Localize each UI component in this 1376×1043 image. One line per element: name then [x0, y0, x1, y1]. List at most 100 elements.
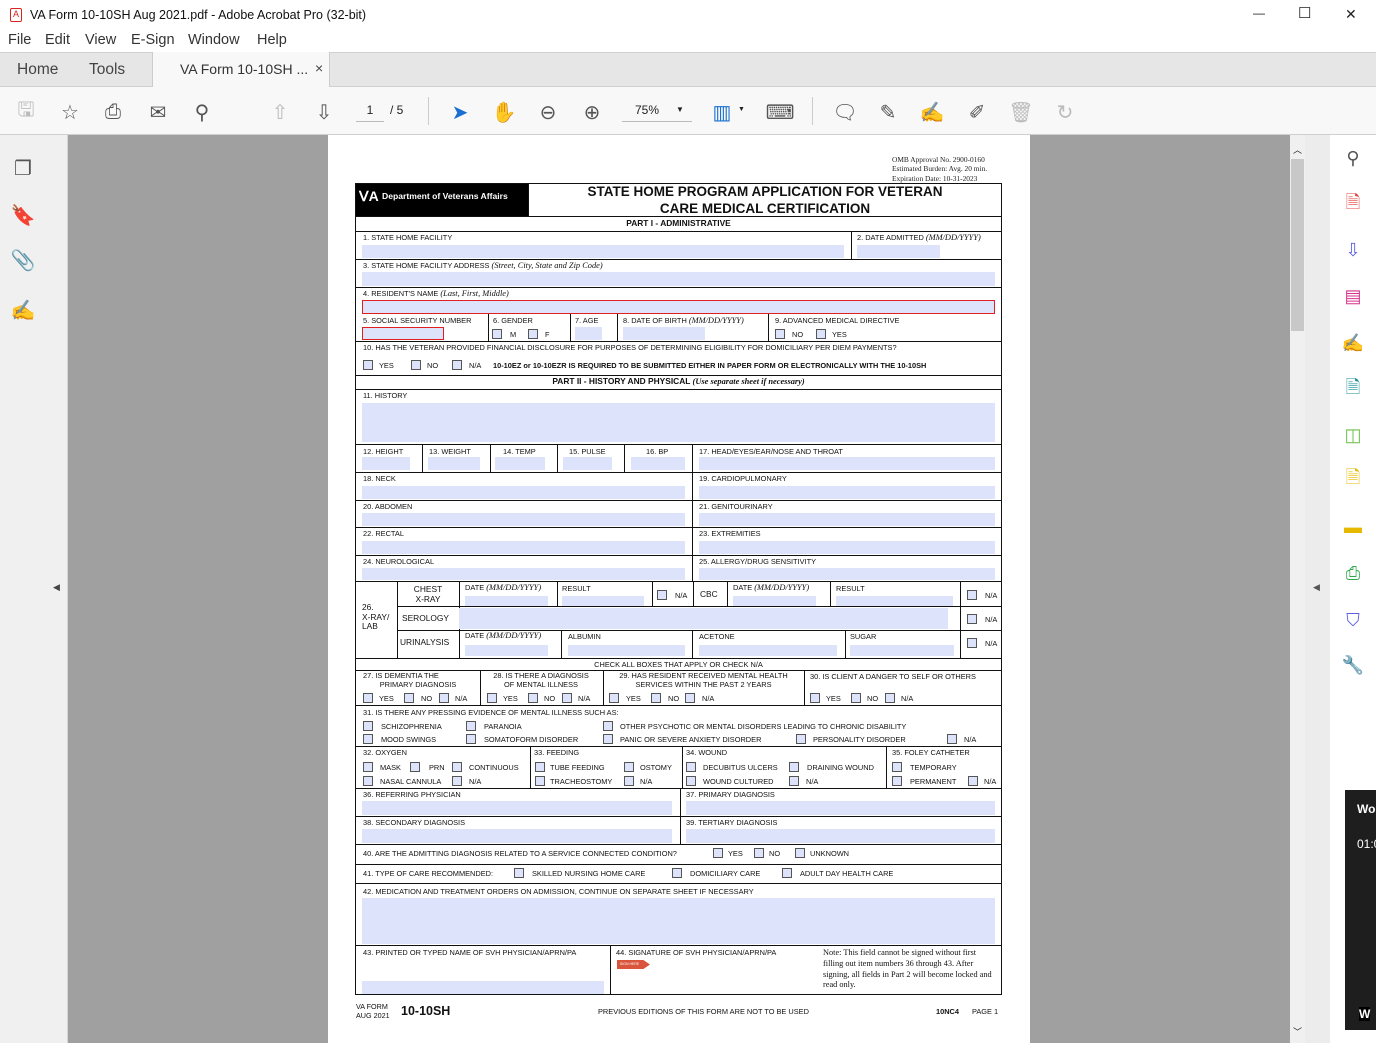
danger-no-checkbox[interactable]: [851, 693, 861, 703]
wound-na-checkbox[interactable]: [789, 776, 799, 786]
temporary-checkbox[interactable]: [892, 762, 902, 772]
sugar-input[interactable]: [850, 645, 954, 656]
mood-swings-checkbox[interactable]: [363, 734, 373, 744]
heent-input[interactable]: [699, 457, 995, 470]
tracheostomy-checkbox[interactable]: [535, 776, 545, 786]
chevron-down-icon[interactable]: ▼: [738, 106, 745, 113]
gender-m-checkbox[interactable]: [492, 329, 502, 339]
menu-help[interactable]: Help: [257, 32, 287, 48]
services-yes-checkbox[interactable]: [609, 693, 619, 703]
redo-icon[interactable]: ↻: [1052, 99, 1078, 125]
continuous-checkbox[interactable]: [452, 762, 462, 772]
abdomen-input[interactable]: [362, 513, 685, 526]
nasal-cannula-checkbox[interactable]: [363, 776, 373, 786]
mental-illness-na-checkbox[interactable]: [562, 693, 572, 703]
zoom-search-icon[interactable]: ⚲: [1340, 145, 1366, 171]
other-psychotic-checkbox[interactable]: [603, 721, 613, 731]
zoom-out-icon[interactable]: ⊖: [535, 99, 561, 125]
decubitus-checkbox[interactable]: [686, 762, 696, 772]
email-icon[interactable]: ✉: [145, 99, 171, 125]
urinalysis-date-input[interactable]: [465, 645, 548, 656]
sign-here-flag[interactable]: SIGN HERE: [617, 960, 650, 969]
sign-icon[interactable]: ✍: [919, 99, 945, 125]
dementia-na-checkbox[interactable]: [439, 693, 449, 703]
mask-checkbox[interactable]: [363, 762, 373, 772]
medication-orders-input[interactable]: [362, 898, 995, 944]
dob-input[interactable]: [623, 327, 705, 340]
next-page-icon[interactable]: ⇩: [311, 99, 337, 125]
foley-na-checkbox[interactable]: [968, 776, 978, 786]
previous-page-icon[interactable]: ⇧: [267, 99, 293, 125]
collapse-left-arrow-icon[interactable]: ◀: [53, 582, 60, 593]
right-panel-toggle[interactable]: ◀: [1305, 135, 1330, 1043]
acetone-input[interactable]: [699, 645, 837, 656]
personality-checkbox[interactable]: [796, 734, 806, 744]
organize-pages-icon[interactable]: ◫: [1340, 422, 1366, 448]
expand-right-arrow-icon[interactable]: ◀: [1313, 582, 1320, 593]
allergy-input[interactable]: [699, 568, 995, 580]
tab-document[interactable]: VA Form 10-10SH ... ×: [152, 52, 330, 88]
tab-close-icon[interactable]: ×: [315, 60, 323, 76]
export-pdf-icon[interactable]: ⇩: [1340, 237, 1366, 263]
temp-input[interactable]: [495, 457, 545, 470]
scrollbar-thumb[interactable]: [1291, 159, 1304, 331]
delete-icon[interactable]: 🗑: [1008, 99, 1034, 125]
cbc-date-input[interactable]: [733, 596, 816, 606]
close-window-button[interactable]: ✕: [1345, 6, 1357, 23]
bp-input[interactable]: [631, 457, 685, 470]
menu-edit[interactable]: Edit: [45, 32, 70, 48]
xray-na-checkbox[interactable]: [657, 590, 667, 600]
menu-esign[interactable]: E-Sign: [131, 32, 175, 48]
print-icon[interactable]: ⎙: [100, 99, 126, 125]
bookmark-star-icon[interactable]: ☆: [57, 99, 83, 125]
prepare-form-icon[interactable]: ▤: [1340, 283, 1366, 309]
albumin-input[interactable]: [568, 645, 685, 656]
primary-diagnosis-input[interactable]: [686, 801, 995, 815]
history-input[interactable]: [362, 403, 995, 442]
somatoform-checkbox[interactable]: [466, 734, 476, 744]
send-for-review-icon[interactable]: 🗎: [1340, 377, 1366, 403]
cbc-na-checkbox[interactable]: [967, 590, 977, 600]
page-thumbnails-icon[interactable]: ❐: [10, 155, 36, 181]
notification-popup[interactable]: Wo 01:0 W: [1345, 790, 1376, 1030]
panic-checkbox[interactable]: [603, 734, 613, 744]
directive-yes-checkbox[interactable]: [816, 329, 826, 339]
disclosure-no-checkbox[interactable]: [411, 360, 421, 370]
search-icon[interactable]: ⚲: [189, 99, 215, 125]
paranoia-checkbox[interactable]: [466, 721, 476, 731]
ssn-input[interactable]: [362, 327, 444, 340]
comment-tool-icon[interactable]: ▬: [1340, 514, 1366, 540]
dementia-no-checkbox[interactable]: [404, 693, 414, 703]
neck-input[interactable]: [362, 486, 685, 499]
page-number-input[interactable]: 1: [356, 103, 384, 122]
neurological-input[interactable]: [362, 568, 685, 580]
cbc-result-input[interactable]: [836, 596, 953, 606]
hand-tool-icon[interactable]: ✋: [491, 99, 517, 125]
scan-ocr-icon[interactable]: ⎙: [1340, 560, 1366, 586]
scroll-up-icon[interactable]: ︿: [1293, 143, 1302, 156]
date-admitted-input[interactable]: [857, 245, 940, 258]
service-unknown-checkbox[interactable]: [795, 848, 805, 858]
tab-tools[interactable]: Tools: [89, 61, 125, 79]
popup-button[interactable]: W: [1359, 1007, 1371, 1021]
service-no-checkbox[interactable]: [754, 848, 764, 858]
gender-f-checkbox[interactable]: [528, 329, 538, 339]
cardiopulmonary-input[interactable]: [699, 486, 995, 499]
age-input[interactable]: [575, 327, 602, 340]
zoom-in-icon[interactable]: ⊕: [579, 99, 605, 125]
share-comment-icon[interactable]: 🗎: [1340, 467, 1366, 493]
mental-illness-no-checkbox[interactable]: [528, 693, 538, 703]
wound-cultured-checkbox[interactable]: [686, 776, 696, 786]
state-home-facility-input[interactable]: [362, 245, 844, 258]
highlight-icon[interactable]: ✎: [875, 99, 901, 125]
maximize-button[interactable]: ☐: [1298, 4, 1311, 22]
dementia-yes-checkbox[interactable]: [363, 693, 373, 703]
page-display-icon[interactable]: ▥: [709, 99, 735, 125]
draining-wound-checkbox[interactable]: [789, 762, 799, 772]
skilled-nursing-checkbox[interactable]: [514, 868, 524, 878]
danger-yes-checkbox[interactable]: [810, 693, 820, 703]
save-icon[interactable]: 🖫: [13, 99, 39, 125]
xray-date-input[interactable]: [465, 596, 548, 606]
ostomy-checkbox[interactable]: [624, 762, 634, 772]
urinalysis-na-checkbox[interactable]: [967, 638, 977, 648]
